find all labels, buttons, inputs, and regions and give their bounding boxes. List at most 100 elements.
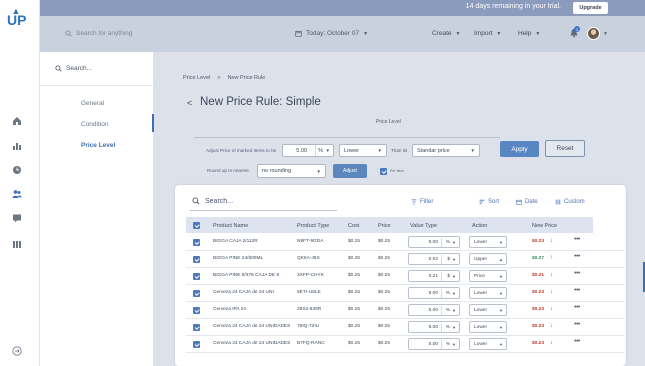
breadcrumb-item-price-level[interactable]: Price Level [183, 75, 210, 81]
date-selector[interactable]: Today: October 07 ▼ [295, 30, 368, 37]
amount-input[interactable]: 5.00 % ▼ [282, 144, 334, 157]
rounding-select[interactable]: no rounding ▼ [257, 164, 326, 178]
subnav-item-price-level[interactable]: Price Level [81, 142, 115, 149]
filter-label: Filter [420, 199, 434, 205]
arrow-down-icon: ↓ [550, 238, 553, 244]
row-checkbox[interactable] [193, 290, 200, 297]
value-type-input[interactable]: 5.00% ▼ [408, 287, 460, 299]
action-value: Upper [474, 257, 488, 262]
more-options-icon[interactable]: ••• [574, 270, 580, 277]
clock-icon[interactable] [11, 164, 23, 176]
product-type: B7FQ-RANC [297, 341, 325, 346]
more-options-icon[interactable]: ••• [574, 236, 580, 243]
action-select[interactable]: Lower ▼ [469, 304, 507, 316]
divider [40, 85, 154, 86]
value-type-input[interactable]: 0.21 $ ▼ [408, 270, 460, 282]
col-value-type[interactable]: Value Type [410, 223, 437, 229]
date-button[interactable]: Date [516, 199, 538, 205]
row-checkbox[interactable] [193, 341, 200, 348]
table-row[interactable]: Cerveza 24 CAJA de 24 UNIDADES 76IQ-72IU $… [186, 319, 624, 336]
table-search[interactable]: Search... [192, 197, 233, 205]
col-action[interactable]: Action [472, 223, 487, 229]
table-row[interactable]: Cerveza 24 CAJA de 24 UNIDADES B7FQ-RANC $… [186, 336, 624, 353]
home-icon[interactable] [11, 115, 23, 127]
chevron-down-icon: ▼ [316, 168, 321, 174]
value-amount: 0.02 [428, 257, 438, 262]
col-product-type[interactable]: Product Type [297, 223, 329, 229]
users-icon[interactable] [11, 188, 23, 200]
value-type-input[interactable]: 0.02 $ ▼ [408, 253, 460, 265]
reset-button[interactable]: Reset [545, 140, 585, 157]
action-select[interactable]: Lower ▼ [469, 338, 507, 350]
table-search-placeholder: Search... [205, 197, 234, 205]
divider [441, 255, 442, 264]
value-unit: $ [447, 257, 450, 262]
avatar[interactable] [587, 27, 600, 40]
more-options-icon[interactable]: ••• [574, 253, 580, 260]
col-product-name[interactable]: Product Name [213, 223, 248, 229]
per-item-checkbox[interactable] [380, 168, 387, 175]
action-select[interactable]: Upper ▲ [469, 253, 507, 265]
col-cost[interactable]: Cost [348, 223, 359, 229]
back-button[interactable]: < [187, 98, 192, 108]
col-new-price[interactable]: New Price [532, 223, 557, 229]
table-row[interactable]: BIGGA CAJA 2/112R N9FT-9GDA $0.25 $0.25 5.00… [186, 234, 624, 251]
subnav-search-placeholder: Search... [66, 65, 93, 72]
section-label: Price Level [376, 119, 401, 125]
upgrade-button[interactable]: Upgrade [573, 2, 608, 14]
action-select[interactable]: Lower ▼ [469, 287, 507, 299]
chevron-down-icon: ▼ [452, 257, 456, 262]
direction-select[interactable]: Lower ▼ [339, 144, 387, 157]
base-price-select[interactable]: Standar price ▼ [412, 144, 480, 157]
menu-create[interactable]: Create ▼ [432, 30, 460, 37]
subnav-search[interactable]: Search... [55, 65, 92, 72]
more-options-icon[interactable]: ••• [574, 304, 580, 311]
subnav-item-condition[interactable]: Condition [81, 121, 108, 128]
table-row[interactable]: Cerveza 24 CAJA de 24 UNI 6ETI-U8LE $0.25 $… [186, 285, 624, 302]
new-price: $0.23 [532, 290, 545, 295]
row-checkbox[interactable] [193, 256, 200, 263]
global-search[interactable]: Search for anything [65, 30, 132, 37]
action-select[interactable]: Lower ▼ [469, 236, 507, 248]
row-checkbox[interactable] [193, 324, 200, 331]
value-type-input[interactable]: 5.00% ▼ [408, 338, 460, 350]
sort-label: Sort [488, 199, 500, 205]
menu-help[interactable]: Help ▼ [518, 30, 540, 37]
row-checkbox[interactable] [193, 239, 200, 246]
col-price[interactable]: Price [378, 223, 391, 229]
adjust-button[interactable]: Adjust [333, 164, 367, 178]
row-checkbox[interactable] [193, 307, 200, 314]
product-name: BIGGA PINE 24/600ML [213, 256, 264, 261]
row-checkbox[interactable] [193, 273, 200, 280]
value-type-input[interactable]: 5.00% ▼ [408, 236, 460, 248]
more-options-icon[interactable]: ••• [574, 338, 580, 345]
custom-button[interactable]: Custom [555, 199, 585, 205]
table-row[interactable]: BIGGA PINE 24/600ML QK6A-J6S $0.25 $0.25 0.0… [186, 251, 624, 268]
value-type-input[interactable]: 5.00% ▼ [408, 304, 460, 316]
action-select[interactable]: Lower ▼ [469, 321, 507, 333]
subnav-item-general[interactable]: General [81, 100, 104, 107]
logout-icon[interactable] [11, 345, 23, 357]
more-options-icon[interactable]: ••• [574, 287, 580, 294]
bar-chart-icon[interactable] [11, 140, 23, 152]
value-type-input[interactable]: 5.00% ▼ [408, 321, 460, 333]
table-row[interactable]: BIGGA PINE 8/378 CAJA DE 8 3XFP-CHYK $0.25… [186, 268, 624, 285]
sort-button[interactable]: Sort [479, 199, 499, 205]
amount-value: 5.00 [296, 148, 307, 154]
table-row[interactable]: Cerveza IPA 24 28S2-835R $0.25 $0.25 5.00% ▼ L… [186, 302, 624, 319]
apply-button[interactable]: Apply [500, 141, 539, 157]
per-item-label: Per Item [390, 169, 404, 173]
chevron-down-icon[interactable]: ▼ [603, 31, 608, 37]
menu-help-label: Help [518, 30, 532, 37]
action-select[interactable]: Price ▼ [469, 270, 507, 282]
more-options-icon[interactable]: ••• [574, 321, 580, 328]
cost: $0.25 [348, 256, 361, 261]
product-name: Cerveza IPA 24 [213, 307, 246, 312]
price: $0.25 [378, 341, 391, 346]
message-icon[interactable] [11, 212, 23, 224]
calendar-icon [516, 199, 522, 205]
menu-import[interactable]: Import ▼ [474, 30, 501, 37]
filter-button[interactable]: Filter [411, 199, 433, 205]
columns-icon[interactable] [11, 238, 23, 250]
select-all-checkbox[interactable] [193, 222, 200, 229]
